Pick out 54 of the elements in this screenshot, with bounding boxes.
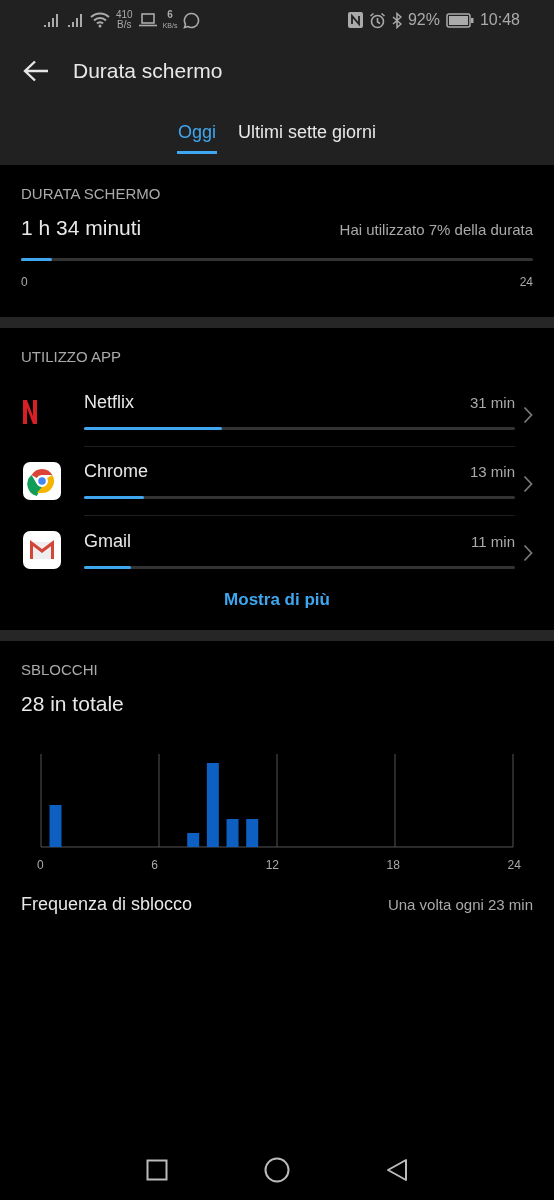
app-usage-row[interactable]: Chrome 13 min [21,446,533,515]
usage-time: 13 min [469,463,515,480]
battery-icon [445,12,474,28]
axis-label: 18 [386,858,400,872]
network-speed: 410 B/s [116,10,133,30]
chat-icon [183,11,201,29]
scale-label: 0 [21,275,28,289]
screen-title: Durata schermo [73,59,223,83]
scale-label: 24 [519,275,533,289]
show-more-link[interactable]: Mostra di più [218,584,336,616]
period-tab[interactable]: Oggi [176,120,217,154]
home-button[interactable] [264,1157,290,1183]
back-nav-button[interactable] [386,1158,408,1182]
screen-time-total: 1 h 34 minuti [21,216,142,240]
usage-time: 11 min [471,532,515,550]
app-name: Netflix [84,392,134,413]
chevron-icon [523,405,533,424]
section-heading: DURATA SCHERMO [21,185,162,202]
unlocks-total: 28 in totale [21,692,125,716]
chrome-icon [23,461,61,500]
period-tab[interactable]: Ultimi sette giorni [237,120,378,154]
axis-label: 6 [151,858,158,872]
netflix-icon [23,399,37,424]
section-heading: UTILIZZO APP [21,348,123,365]
wifi-icon [90,12,110,28]
app-name: Gmail [84,530,131,552]
usage-note: Hai utilizzato 7% della durata [339,221,533,238]
axis-label: 0 [37,858,44,872]
recents-button[interactable] [146,1159,168,1181]
signal-icon [42,12,60,28]
chevron-icon [523,474,533,493]
bluetooth-icon [391,11,402,29]
axis-label: 12 [265,858,279,872]
app-usage-row[interactable]: Netflix 31 min [21,377,533,446]
battery-percent: 92% [407,11,440,29]
unlock-bar [187,833,200,847]
usage-time: 31 min [469,394,515,411]
unlock-bar [226,819,239,847]
signal-icon [66,12,84,28]
app-name: Chrome [84,461,149,482]
clock: 10:48 [479,11,520,29]
alarm-icon [368,11,386,29]
unlock-frequency-value: Una volta ogni 23 min [387,896,533,913]
chevron-icon [523,543,533,562]
back-button[interactable] [23,60,49,82]
section-heading: SBLOCCHI [21,661,99,678]
unlock-bar [246,819,259,847]
nfc-icon [347,12,363,28]
mail-icon [23,530,61,569]
unlock-bar [49,805,62,847]
unlock-frequency-label: Frequenza di sblocco [21,894,193,915]
app-usage-row[interactable]: Gmail 11 min [21,515,533,584]
axis-label: 24 [507,858,521,872]
laptop-icon [138,13,157,27]
